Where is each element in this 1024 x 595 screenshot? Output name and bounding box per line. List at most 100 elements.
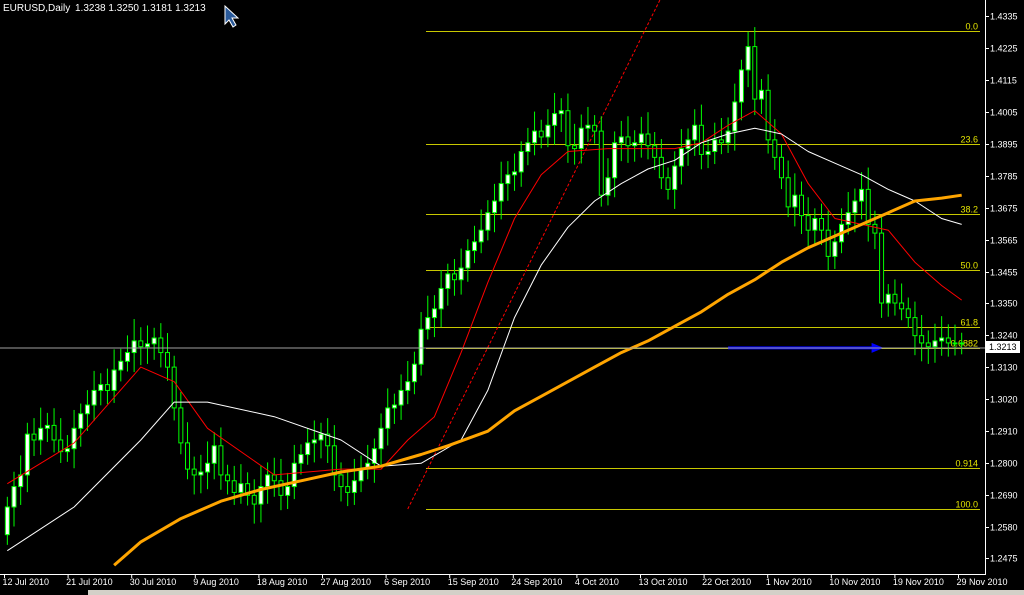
candle-body: [618, 136, 624, 144]
candle-body: [485, 212, 491, 231]
candle-body: [358, 468, 364, 482]
candle-body: [785, 177, 791, 208]
candle-body: [138, 340, 144, 348]
x-tick-label: 9 Aug 2010: [193, 577, 239, 587]
candle-body: [98, 384, 104, 391]
candle-body: [198, 471, 204, 476]
candle-body: [805, 215, 811, 231]
candle-body: [765, 89, 771, 141]
price-chart[interactable]: 0.023.638.250.061.80.68820.914100.0 1.43…: [0, 0, 1024, 595]
candle-body: [191, 468, 197, 476]
candle-body: [31, 433, 37, 441]
candle-body: [572, 145, 578, 150]
candle-body: [732, 101, 738, 132]
candle-body: [698, 124, 704, 155]
x-tick-label: 29 Nov 2010: [957, 577, 1008, 587]
candle-body: [431, 308, 437, 319]
current-price-label: 1.3213: [989, 342, 1017, 352]
x-tick-label: 18 Aug 2010: [257, 577, 308, 587]
candle-body: [738, 69, 744, 103]
fib-level-label-0: 0.0: [965, 22, 978, 32]
candle-body: [492, 200, 498, 214]
candle-body: [71, 427, 77, 450]
fib-level-label-6: 0.914: [955, 459, 978, 469]
candle-body: [11, 486, 17, 508]
candle-body: [425, 317, 431, 330]
candle-body: [592, 124, 598, 132]
y-tick-label: 1.2475: [990, 554, 1018, 564]
candle-body: [505, 174, 511, 185]
y-tick-label: 1.2800: [990, 459, 1018, 469]
chart-ohlc: 1.3238 1.3250 1.3181 1.3213: [75, 3, 206, 14]
candle-body: [271, 474, 277, 482]
candle-body: [398, 389, 404, 406]
x-tick-label: 24 Sep 2010: [511, 577, 562, 587]
y-tick-label: 1.4115: [990, 76, 1017, 86]
candle-body: [712, 139, 718, 153]
candle-body: [278, 480, 284, 496]
candle-body: [718, 139, 724, 144]
candle-body: [345, 486, 351, 493]
candle-body: [778, 156, 784, 179]
candle-body: [792, 194, 798, 208]
candle-body: [885, 293, 891, 304]
candle-body: [231, 480, 237, 493]
candle-body: [298, 454, 304, 464]
candle-body: [251, 494, 257, 505]
candle-body: [952, 342, 958, 345]
candle-body: [151, 337, 157, 345]
fib-level-label-2: 38.2: [960, 205, 978, 215]
y-tick-label: 1.3785: [990, 172, 1018, 182]
x-tick-label: 12 Jul 2010: [3, 577, 50, 587]
candle-body: [4, 506, 10, 536]
candle-body: [672, 165, 678, 190]
candle-body: [104, 384, 110, 391]
x-tick-label: 10 Nov 2010: [829, 577, 880, 587]
candle-body: [525, 142, 531, 153]
candle-body: [111, 369, 117, 391]
candle-body: [758, 89, 764, 100]
fib-level-label-3: 50.0: [960, 261, 978, 271]
candle-body: [705, 151, 711, 155]
candle-body: [44, 424, 50, 429]
candle-body: [438, 287, 444, 310]
horizontal-scrollbar[interactable]: [88, 590, 1024, 595]
candle-body: [124, 352, 130, 362]
candle-body: [178, 407, 184, 444]
candle-body: [912, 317, 918, 337]
fib-level-label-4: 61.8: [960, 318, 978, 328]
x-tick-label: 19 Nov 2010: [893, 577, 944, 587]
y-tick-label: 1.2580: [990, 523, 1018, 533]
candle-body: [411, 363, 417, 383]
candle-body: [558, 110, 564, 115]
candle-body: [658, 156, 664, 179]
candle-body: [451, 273, 457, 281]
candle-body: [645, 133, 651, 147]
candle-body: [545, 124, 551, 138]
x-tick-label: 4 Oct 2010: [575, 577, 619, 587]
candle-body: [692, 124, 698, 141]
candle-body: [38, 427, 44, 441]
candle-body: [305, 442, 311, 456]
x-tick-label: 22 Oct 2010: [702, 577, 751, 587]
candle-body: [331, 445, 337, 476]
candle-body: [211, 445, 217, 464]
y-tick-label: 1.3240: [990, 331, 1018, 341]
fib-level-label-7: 100.0: [955, 500, 978, 510]
candle-body: [144, 343, 150, 348]
candle-body: [84, 404, 90, 415]
candle-body: [552, 113, 558, 126]
candle-body: [798, 194, 804, 217]
current-price-tag: 1.3213: [986, 341, 1020, 353]
candle-body: [405, 381, 411, 391]
candle-body: [752, 46, 758, 100]
candle-body: [78, 413, 84, 429]
candle-body: [498, 183, 504, 202]
candle-body: [598, 130, 604, 196]
candle-body: [919, 335, 925, 344]
candle-body: [218, 445, 224, 476]
candle-body: [338, 474, 344, 488]
candle-body: [311, 439, 317, 444]
candle-body: [158, 337, 164, 354]
candle-body: [612, 142, 618, 179]
